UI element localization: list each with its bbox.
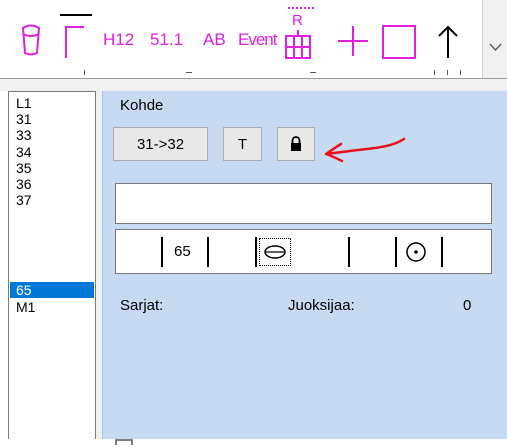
list-item-selected[interactable]: 65	[10, 282, 94, 298]
leg-separator	[348, 237, 350, 267]
lock-icon	[291, 136, 301, 151]
t-button-label: T	[237, 135, 248, 153]
relay-grid-icon[interactable]: R	[284, 4, 314, 62]
t-button[interactable]: T	[223, 127, 262, 161]
toolbar-tick	[460, 70, 461, 75]
toolbar-tick	[84, 70, 85, 75]
cup-icon[interactable]	[16, 23, 46, 59]
list-item[interactable]: L1	[10, 95, 94, 111]
leg-button-label: 31->32	[136, 135, 185, 153]
square-icon[interactable]	[382, 25, 416, 59]
lock-button[interactable]	[277, 127, 315, 161]
circle-dot-icon[interactable]	[403, 239, 429, 265]
list-item[interactable]: M1	[10, 299, 94, 315]
list-item[interactable]: 36	[10, 176, 94, 192]
list-item[interactable]: 33	[10, 127, 94, 143]
target-name-field[interactable]	[115, 183, 492, 224]
relay-grid-label: R	[292, 12, 303, 29]
leg-separator	[255, 237, 257, 267]
controls-list[interactable]: L1 31 33 34 35 36 37 65 M1	[8, 91, 96, 439]
panel-top-strip	[0, 79, 507, 91]
leg-separator	[441, 237, 443, 267]
legs-value: 65	[174, 243, 191, 260]
ellipse-focus-icon[interactable]	[259, 238, 291, 266]
toolbar-tick	[186, 72, 192, 73]
tb-511-button[interactable]: 51.1	[150, 30, 183, 50]
tb-event-button[interactable]: Event	[238, 30, 277, 50]
chevron-down-icon	[489, 43, 502, 52]
tb-h12-button[interactable]: H12	[103, 30, 134, 50]
runners-label: Juoksijaa:	[288, 297, 355, 314]
plus-icon[interactable]	[336, 24, 370, 58]
toolbar-tick	[310, 72, 316, 73]
list-item[interactable]: 37	[10, 192, 94, 208]
toolbar: H12 51.1 AB Event R	[0, 0, 507, 78]
panel-border	[102, 91, 103, 439]
toolbar-scroll-button[interactable]	[482, 0, 507, 78]
runners-count: 0	[463, 297, 472, 314]
corner-line-icon[interactable]	[60, 14, 92, 62]
target-title: Kohde	[120, 97, 164, 114]
leg-separator	[161, 237, 163, 267]
leg-separator	[207, 237, 209, 267]
toolbar-tick	[447, 70, 448, 75]
list-item[interactable]: 34	[10, 144, 94, 160]
toolbar-tick	[434, 70, 435, 75]
legs-field[interactable]: 65	[115, 229, 492, 274]
leg-separator	[395, 237, 397, 267]
red-arrow-icon	[324, 137, 406, 163]
sarjat-label: Sarjat:	[120, 297, 164, 314]
list-item[interactable]: 31	[10, 111, 94, 127]
tb-ab-button[interactable]: AB	[203, 30, 226, 50]
next-section-edge	[110, 432, 150, 445]
leg-button[interactable]: 31->32	[113, 127, 208, 161]
list-item[interactable]: 35	[10, 160, 94, 176]
up-arrow-icon[interactable]	[436, 24, 460, 60]
